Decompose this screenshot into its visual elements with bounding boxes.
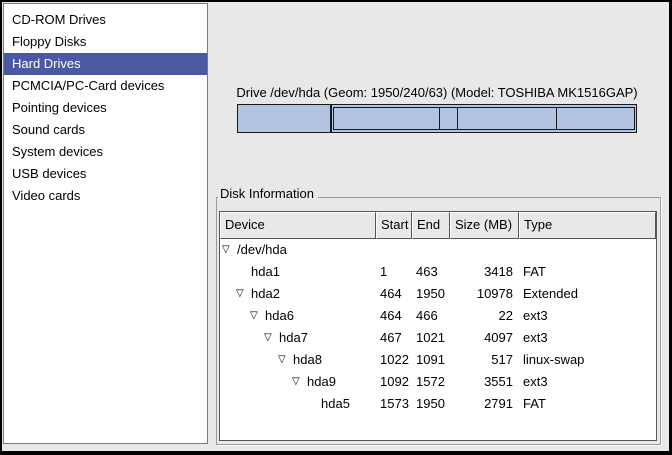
end-cell: 1572: [412, 371, 450, 393]
partition-segment-hda7: [334, 108, 440, 129]
end-cell: 1091: [412, 349, 450, 371]
device-name: hda7: [279, 327, 308, 349]
partition-segment-hda2-extended: [332, 105, 636, 132]
expander-icon[interactable]: ▽: [264, 327, 279, 349]
expander-icon[interactable]: ▽: [292, 371, 307, 393]
sidebar-item-sound-cards[interactable]: Sound cards: [4, 119, 207, 141]
partition-row-hda9[interactable]: ▽ hda9 1092 1572 3551 ext3: [220, 371, 656, 393]
type-cell: ext3: [519, 305, 656, 327]
expander-icon[interactable]: ▽: [250, 305, 265, 327]
device-name: hda1: [251, 261, 280, 283]
device-category-list: CD-ROM Drives Floppy Disks Hard Drives P…: [3, 3, 208, 444]
column-header-start[interactable]: Start: [376, 212, 412, 239]
partition-row-hda7[interactable]: ▽ hda7 467 1021 4097 ext3: [220, 327, 656, 349]
expander-icon[interactable]: ▽: [278, 349, 293, 371]
sidebar-item-floppy-disks[interactable]: Floppy Disks: [4, 31, 207, 53]
partition-row-hda5[interactable]: hda5 1573 1950 2791 FAT: [220, 393, 656, 415]
disk-information-title: Disk Information: [218, 186, 318, 201]
type-cell: [519, 239, 656, 261]
end-cell: 466: [412, 305, 450, 327]
partition-segment-hda5: [557, 108, 634, 129]
size-cell: 3551: [450, 371, 519, 393]
end-cell: 1950: [412, 393, 450, 415]
drive-summary-label: Drive /dev/hda (Geom: 1950/240/63) (Mode…: [235, 85, 639, 100]
sidebar-item-usb-devices[interactable]: USB devices: [4, 163, 207, 185]
size-cell: 3418: [450, 261, 519, 283]
start-cell: 467: [376, 327, 412, 349]
start-cell: 1: [376, 261, 412, 283]
end-cell: 1950: [412, 283, 450, 305]
partition-segment-hda8: [440, 108, 458, 129]
end-cell: [412, 239, 450, 261]
column-header-device[interactable]: Device: [220, 212, 376, 239]
sidebar-item-cdrom-drives[interactable]: CD-ROM Drives: [4, 9, 207, 31]
start-cell: 1573: [376, 393, 412, 415]
size-cell: 22: [450, 305, 519, 327]
expander-icon[interactable]: ▽: [222, 239, 237, 261]
partition-bar: [237, 104, 637, 133]
type-cell: ext3: [519, 327, 656, 349]
disk-information-groupbox: Disk Information Device Start End Size (…: [216, 186, 661, 445]
device-category-items: CD-ROM Drives Floppy Disks Hard Drives P…: [4, 4, 207, 207]
type-cell: ext3: [519, 371, 656, 393]
sidebar-item-hard-drives[interactable]: Hard Drives: [4, 53, 207, 75]
size-cell: 4097: [450, 327, 519, 349]
start-cell: 1092: [376, 371, 412, 393]
device-row-dev-hda[interactable]: ▽ /dev/hda: [220, 239, 656, 261]
device-name: /dev/hda: [237, 239, 287, 261]
hardware-browser-window: CD-ROM Drives Floppy Disks Hard Drives P…: [0, 0, 672, 455]
start-cell: 1022: [376, 349, 412, 371]
start-cell: 464: [376, 305, 412, 327]
device-name: hda5: [321, 393, 350, 415]
sidebar-item-system-devices[interactable]: System devices: [4, 141, 207, 163]
size-cell: 2791: [450, 393, 519, 415]
size-cell: 517: [450, 349, 519, 371]
device-name: hda8: [293, 349, 322, 371]
end-cell: 463: [412, 261, 450, 283]
end-cell: 1021: [412, 327, 450, 349]
partition-table-body: ▽ /dev/hda hda1 1 463 3418: [220, 239, 656, 415]
column-header-size[interactable]: Size (MB): [450, 212, 519, 239]
partition-row-hda6[interactable]: ▽ hda6 464 466 22 ext3: [220, 305, 656, 327]
sidebar-item-pointing-devices[interactable]: Pointing devices: [4, 97, 207, 119]
column-header-type[interactable]: Type: [519, 212, 656, 239]
start-cell: 464: [376, 283, 412, 305]
partition-table: Device Start End Size (MB) Type ▽ /dev/h…: [219, 211, 657, 441]
partition-row-hda2[interactable]: ▽ hda2 464 1950 10978 Extended: [220, 283, 656, 305]
partition-row-hda1[interactable]: hda1 1 463 3418 FAT: [220, 261, 656, 283]
extended-partition-inner: [333, 107, 635, 130]
partition-row-hda8[interactable]: ▽ hda8 1022 1091 517 linux-swap: [220, 349, 656, 371]
sidebar-item-video-cards[interactable]: Video cards: [4, 185, 207, 207]
partition-table-header: Device Start End Size (MB) Type: [220, 212, 656, 239]
device-name: hda6: [265, 305, 294, 327]
partition-segment-hda1: [238, 105, 332, 132]
type-cell: Extended: [519, 283, 656, 305]
start-cell: [376, 239, 412, 261]
partition-segment-hda9: [458, 108, 556, 129]
device-name: hda2: [251, 283, 280, 305]
sidebar-item-pcmcia-devices[interactable]: PCMCIA/PC-Card devices: [4, 75, 207, 97]
type-cell: FAT: [519, 393, 656, 415]
size-cell: 10978: [450, 283, 519, 305]
type-cell: linux-swap: [519, 349, 656, 371]
type-cell: FAT: [519, 261, 656, 283]
column-header-end[interactable]: End: [412, 212, 450, 239]
size-cell: [450, 239, 519, 261]
device-name: hda9: [307, 371, 336, 393]
expander-icon[interactable]: ▽: [236, 283, 251, 305]
